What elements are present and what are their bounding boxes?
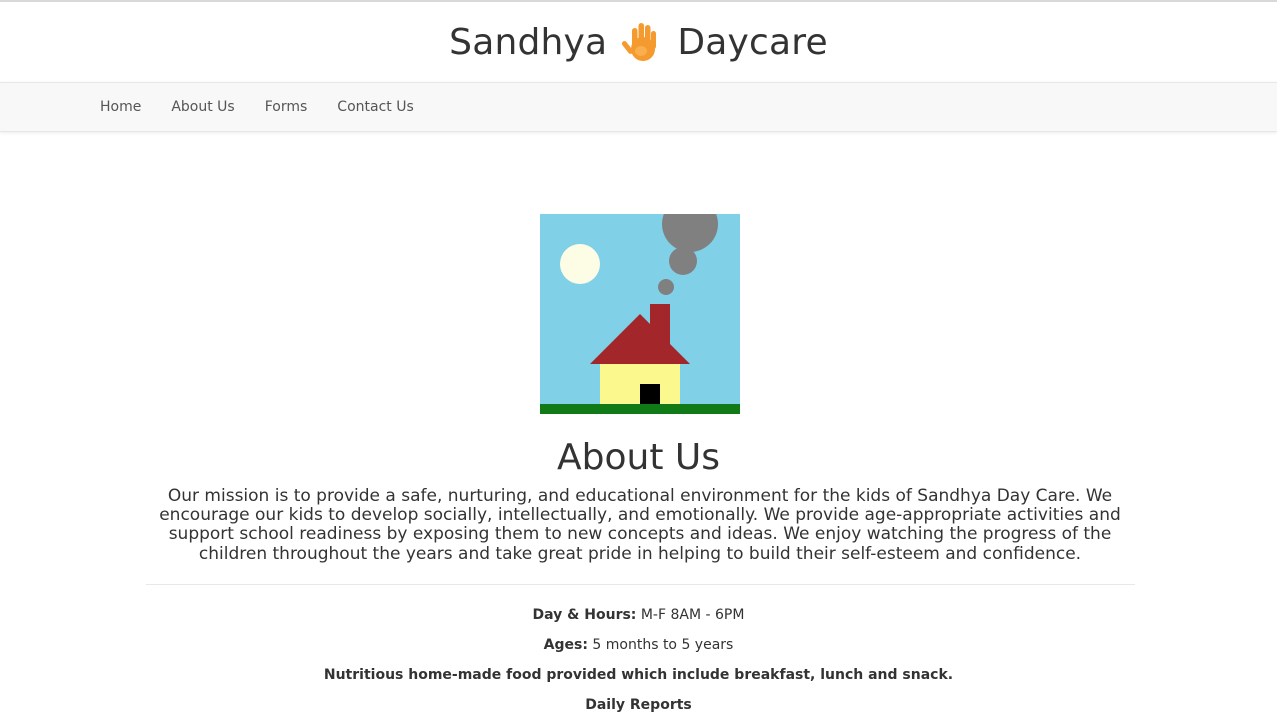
- hours-line: Day & Hours: M-F 8AM - 6PM: [0, 605, 1277, 625]
- reports-text: Daily Reports: [585, 697, 692, 713]
- grass: [540, 404, 740, 414]
- about-title: About Us: [557, 437, 720, 478]
- hours-label: Day & Hours:: [532, 607, 637, 623]
- nav-item-about-us[interactable]: About Us: [156, 82, 249, 132]
- ages-label: Ages:: [543, 637, 588, 653]
- ages-line: Ages: 5 months to 5 years: [0, 635, 1277, 655]
- nav-item-contact-us[interactable]: Contact Us: [322, 82, 428, 132]
- mission-statement: Our mission is to provide a safe, nurtur…: [159, 486, 1121, 564]
- brand-name-left: Sandhya: [449, 21, 608, 63]
- site-logo[interactable]: Sandhya Daycare: [449, 18, 828, 66]
- site-header: Sandhya Daycare: [0, 2, 1277, 82]
- hand-icon: [622, 23, 657, 61]
- hours-value: M-F 8AM - 6PM: [636, 607, 745, 623]
- nav-item-forms[interactable]: Forms: [250, 82, 323, 132]
- sun: [560, 244, 600, 284]
- ages-value: 5 months to 5 years: [587, 637, 734, 653]
- main-navbar: Home About Us Forms Contact Us: [0, 82, 1277, 132]
- house-illustration: [540, 214, 740, 414]
- brand-name-right: Daycare: [677, 21, 828, 63]
- food-line: Nutritious home-made food provided which…: [0, 665, 1277, 685]
- reports-line: Daily Reports: [0, 695, 1277, 715]
- section-divider: [146, 584, 1135, 585]
- food-text: Nutritious home-made food provided which…: [323, 667, 954, 683]
- smoke-puff-small: [658, 279, 674, 295]
- nav-item-home[interactable]: Home: [85, 82, 156, 132]
- nav-list: Home About Us Forms Contact Us: [85, 82, 429, 132]
- smoke-puff-medium: [669, 247, 697, 275]
